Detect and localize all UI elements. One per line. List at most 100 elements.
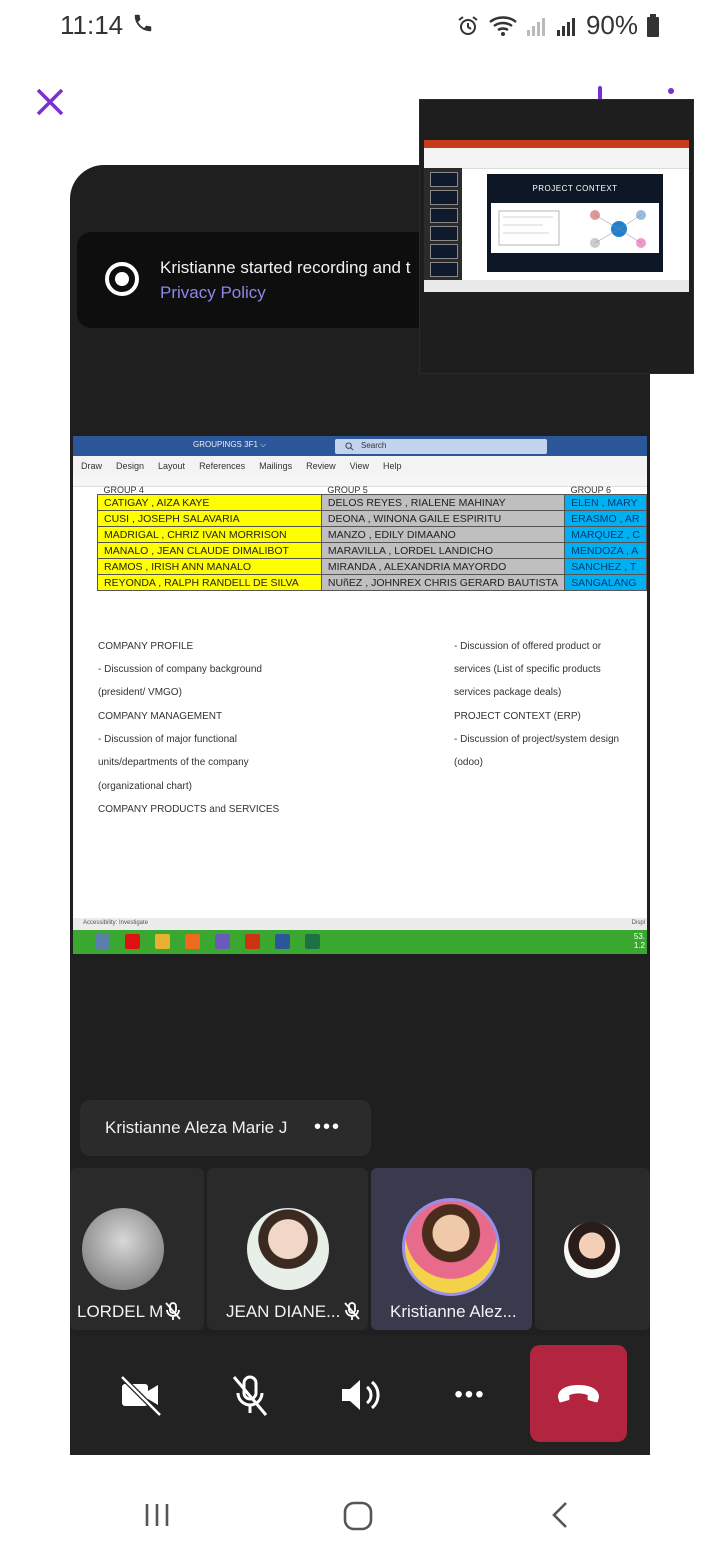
search-icon [345, 442, 354, 451]
participant-name: LORDEL M [77, 1302, 164, 1321]
mic-off-icon[interactable] [220, 1365, 280, 1425]
slide-title: PROJECT CONTEXT [532, 184, 618, 193]
shared-screen: GROUPINGS 3F1 ⌵ Search Draw Design Layou… [73, 436, 647, 954]
active-speaker-label[interactable]: Kristianne Aleza Marie J ••• [80, 1100, 371, 1156]
group-header: GROUP 4 [103, 485, 144, 495]
doc-line: (odoo) [454, 757, 483, 768]
folder-icon [155, 934, 170, 949]
menu-mailings: Mailings [259, 461, 293, 471]
participant-name: Kristianne Alez... [390, 1302, 517, 1321]
word-titlebar: GROUPINGS 3F1 ⌵ Search [73, 436, 647, 456]
muted-mic-icon [343, 1301, 361, 1326]
doc-line: PROJECT CONTEXT (ERP) [454, 711, 581, 722]
home-icon[interactable] [342, 1500, 374, 1537]
table-cell: MARAVILLA , LORDEL LANDICHO [320, 542, 566, 559]
table-cell: MANALO , JEAN CLAUDE DIMALIBOT [97, 542, 322, 559]
table-cell: RAMOS , IRISH ANN MANALO [97, 558, 322, 575]
groups-table: GROUP 4 GROUP 5 GROUP 6 CATIGAY , AIZA K… [97, 486, 647, 591]
participant-tile-active[interactable]: Kristianne Alez... [371, 1168, 532, 1330]
back-icon[interactable] [546, 1500, 576, 1535]
avatar [564, 1222, 620, 1278]
status-time: 11:14 [60, 10, 124, 40]
doc-line: services (List of specific products [454, 664, 601, 675]
accessibility-status: Accessibility: Investigate [83, 920, 149, 926]
table-cell: MIRANDA , ALEXANDRIA MAYORDO [320, 558, 566, 575]
more-button[interactable]: ••• [440, 1365, 500, 1425]
doc-line: (organizational chart) [98, 781, 192, 792]
table-row: MANALO , JEAN CLAUDE DIMALIBOT MARAVILLA… [97, 542, 647, 559]
wifi-icon [488, 14, 518, 38]
doc-line: COMPANY MANAGEMENT [98, 711, 223, 722]
doc-line: COMPANY PRODUCTS and SERVICES [98, 804, 280, 815]
menu-review: Review [306, 461, 336, 471]
table-cell: MENDOZA , A [564, 542, 647, 559]
table-cell: SANGALANG [564, 574, 647, 591]
table-cell: REYONDA , RALPH RANDELL DE SILVA [97, 574, 322, 591]
windows-taskbar: 53. 1.2 [73, 930, 647, 954]
app-icon [215, 934, 230, 949]
menu-design: Design [116, 461, 145, 471]
more-options-icon[interactable] [668, 88, 674, 94]
call-controls: ••• [70, 1335, 650, 1455]
word-statusbar: Accessibility: Investigate Displ [73, 918, 647, 930]
table-row: CUSI , JOSEPH SALAVARIA DEONA , WINONA G… [97, 510, 647, 527]
privacy-policy-link[interactable]: Privacy Policy [160, 283, 266, 303]
recent-apps-icon[interactable] [142, 1500, 172, 1535]
table-cell: ELEN , MARY [564, 494, 647, 511]
end-call-button[interactable] [530, 1345, 627, 1442]
table-cell: MANZO , EDILY DIMAANO [320, 526, 566, 543]
word-icon [275, 934, 290, 949]
battery-percent: 90% [585, 10, 638, 40]
status-indicators: 90% [456, 10, 660, 41]
participant-tile[interactable]: LORDEL M [70, 1168, 204, 1330]
doc-line: COMPANY PROFILE [98, 641, 194, 652]
ppt-statusbar [424, 280, 689, 292]
table-cell: DEONA , WINONA GAILE ESPIRITU [320, 510, 566, 527]
camera-off-icon[interactable] [110, 1365, 170, 1425]
close-icon[interactable] [30, 82, 70, 122]
group-header: GROUP 5 [327, 485, 368, 495]
doc-line: - Discussion of major functional [98, 734, 237, 745]
doc-line: - Discussion of project/system design [454, 734, 620, 745]
recording-icon [105, 262, 139, 296]
tray-clock: 53. 1.2 [633, 932, 645, 950]
speaker-name: Kristianne Aleza Marie J [105, 1118, 288, 1137]
doc-line: - Discussion of company background [98, 664, 262, 675]
ppt-titlebar [424, 140, 689, 148]
table-row: CATIGAY , AIZA KAYE DELOS REYES , RIALEN… [97, 494, 647, 511]
participant-tile[interactable] [535, 1168, 650, 1330]
search-placeholder: Search [361, 441, 387, 450]
battery-icon [646, 13, 660, 38]
group-header: GROUP 6 [570, 485, 612, 495]
speaker-more-button[interactable]: ••• [314, 1116, 341, 1139]
menu-view: View [349, 461, 369, 471]
excel-icon [305, 934, 320, 949]
signal-icon [556, 15, 578, 37]
participant-name: JEAN DIANE... [226, 1302, 341, 1321]
ppt-ribbon [424, 148, 689, 169]
menu-layout: Layout [158, 461, 186, 471]
app-icon [125, 934, 140, 949]
avatar [247, 1208, 329, 1290]
table-cell: NUñEZ , JOHNREX CHRIS GERARD BAUTISTA [320, 574, 566, 591]
table-row: REYONDA , RALPH RANDELL DE SILVA NUñEZ ,… [97, 574, 647, 591]
table-cell: SANCHEZ , T [564, 558, 647, 575]
doc-line: units/departments of the company [98, 757, 249, 768]
table-cell: MADRIGAL , CHRIZ IVAN MORRISON [97, 526, 322, 543]
table-row: MADRIGAL , CHRIZ IVAN MORRISON MANZO , E… [97, 526, 647, 543]
alarm-icon [456, 14, 480, 38]
hang-up-icon [558, 1385, 599, 1403]
doc-line: - Discussion of offered product or [454, 641, 602, 652]
slide-diagram [491, 203, 659, 253]
doc-line: services package deals) [454, 687, 562, 698]
table-cell: CATIGAY , AIZA KAYE [97, 494, 322, 511]
table-cell: MARQUEZ , C [564, 526, 647, 543]
presentation-thumbnail[interactable]: PROJECT CONTEXT [419, 99, 694, 374]
avatar [402, 1198, 500, 1296]
table-cell: ERASMO , AR [564, 510, 647, 527]
app-icon [95, 934, 110, 949]
display-settings: Displ [631, 920, 645, 926]
speaker-icon[interactable] [330, 1365, 390, 1425]
word-search-box: Search [335, 439, 547, 454]
browser-icon [185, 934, 200, 949]
